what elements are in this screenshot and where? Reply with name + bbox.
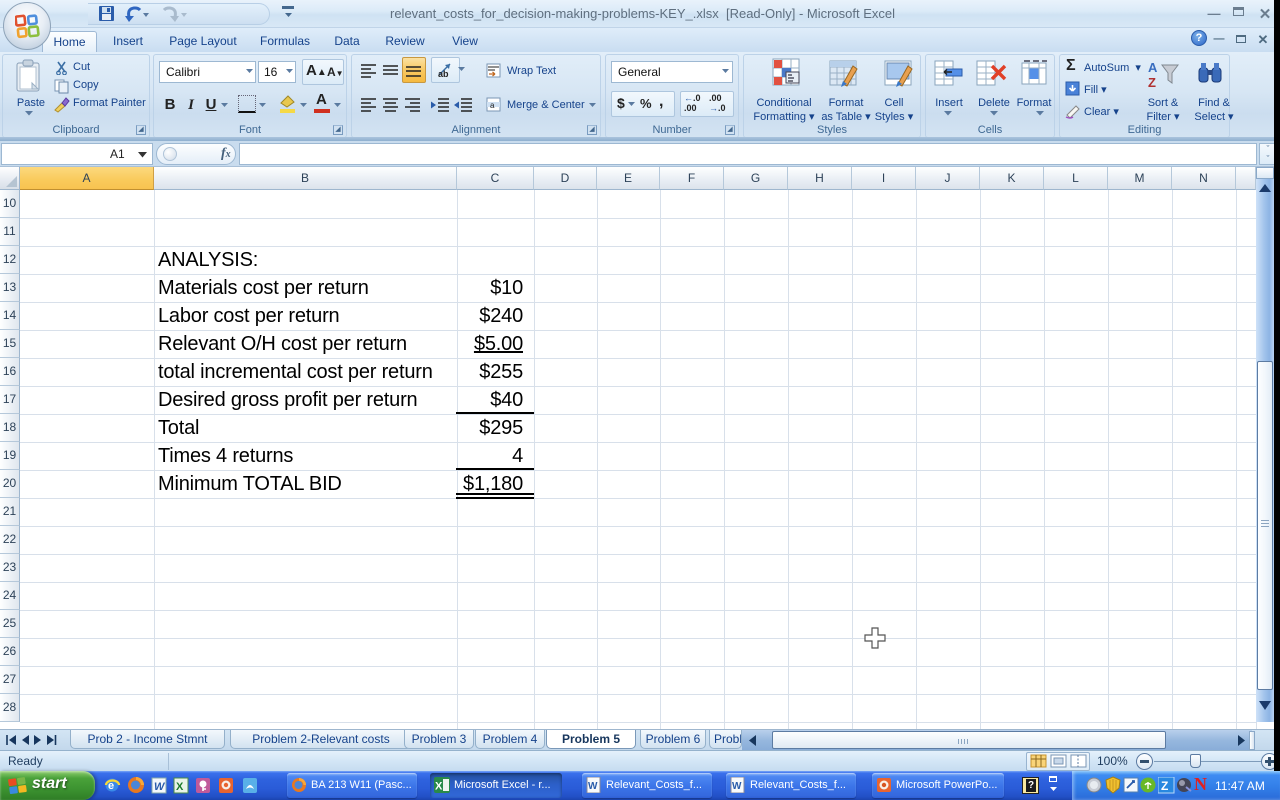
svg-text:Z: Z [1161, 779, 1168, 793]
svg-text:W: W [154, 781, 166, 793]
svg-text:ab: ab [438, 69, 449, 79]
svg-text:W: W [588, 781, 598, 792]
svg-text:X: X [176, 781, 184, 793]
svg-text:A: A [1148, 60, 1158, 75]
svg-text:a: a [490, 101, 495, 110]
svg-text:X: X [435, 781, 443, 793]
svg-text:e: e [108, 780, 114, 792]
svg-text:Z: Z [1148, 75, 1156, 89]
svg-text:W: W [732, 781, 742, 792]
